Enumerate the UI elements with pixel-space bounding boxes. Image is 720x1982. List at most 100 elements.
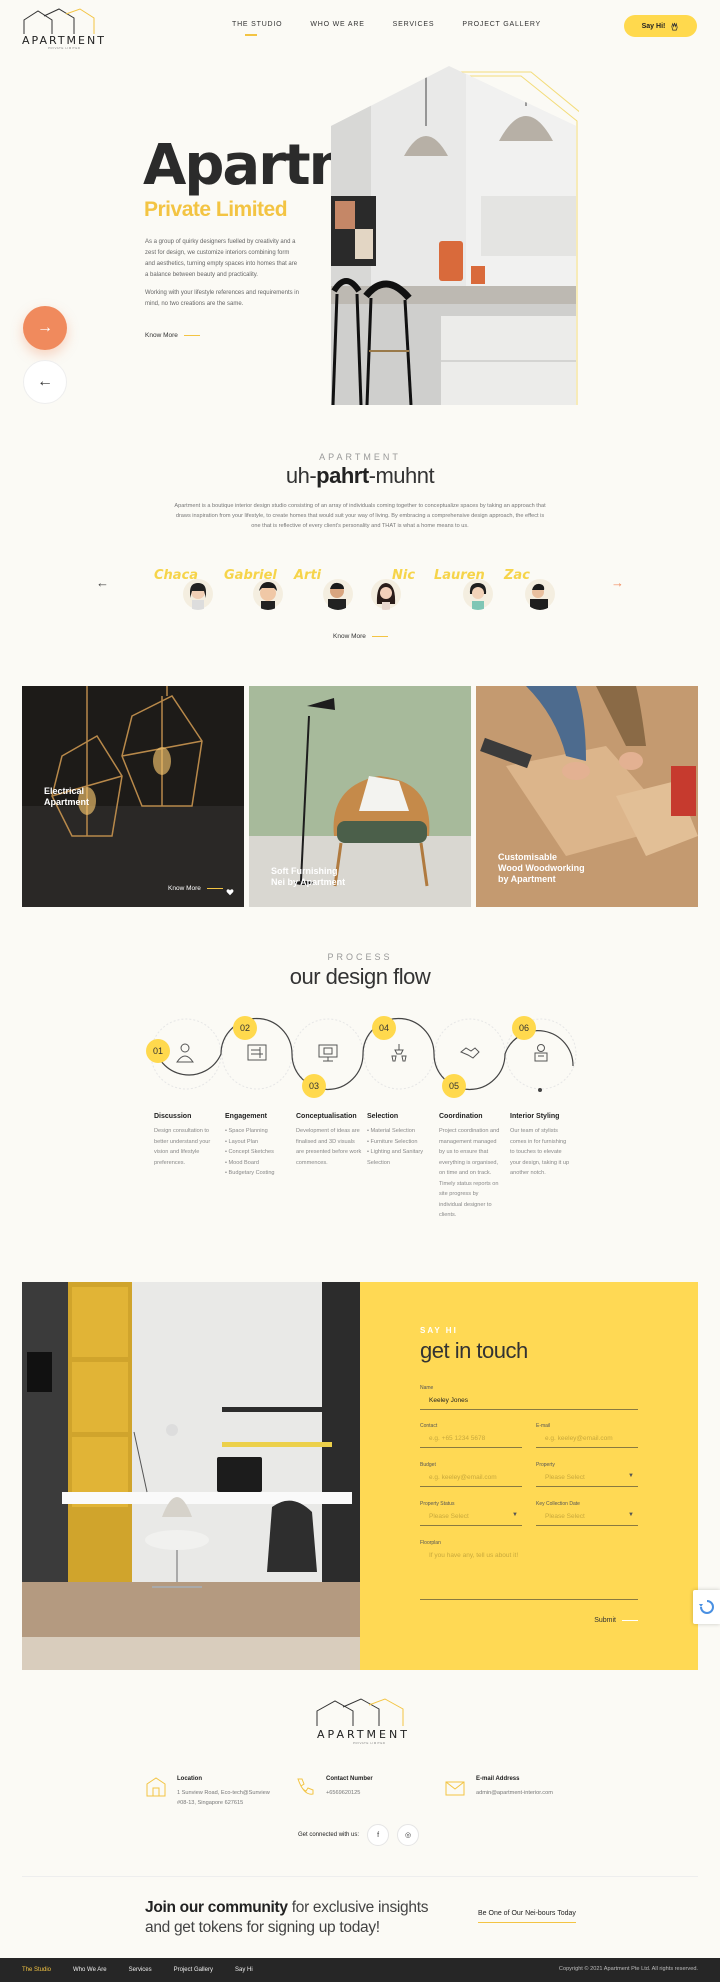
process-step-interior-styling: Interior Styling Our team of stylists co… — [510, 1113, 570, 1179]
heart-icon[interactable] — [226, 888, 234, 896]
step-list-item: Layout Plan — [225, 1137, 293, 1148]
process-label: PROCESS — [327, 952, 393, 962]
contact-title: get in touch — [420, 1338, 528, 1363]
property-status-label: Property Status — [420, 1501, 455, 1507]
consultation-icon — [176, 1043, 194, 1063]
about-title: uh-pahrt-muhnt — [0, 463, 720, 489]
name-field[interactable]: Name Keeley Jones — [420, 1385, 638, 1410]
step-list-item: Concept Sketches — [225, 1147, 293, 1158]
say-hi-label: Say Hi! — [641, 22, 666, 30]
footer-contact: Contact Number +6569620125 — [294, 1776, 373, 1798]
join-line-2: and get tokens for signing up today! — [145, 1919, 380, 1936]
card-soft-furnishing[interactable]: Soft Furnishing Nei by Apartment — [249, 686, 471, 907]
property-status-select[interactable]: Property Status Please Select ▼ — [420, 1501, 522, 1526]
budget-placeholder[interactable]: e.g. keeley@email.com — [420, 1474, 522, 1486]
bottom-link-project-gallery[interactable]: Project Gallery — [174, 1967, 213, 1973]
chevron-down-icon: ▼ — [628, 1473, 634, 1479]
join-cta-link[interactable]: Be One of Our Nei-bours Today — [478, 1910, 576, 1923]
card-electrical-apartment[interactable]: Electrical Apartment Know More — [22, 686, 244, 907]
step-list-item: Space Planning — [225, 1126, 293, 1137]
team-member-arti[interactable]: Arti — [294, 566, 364, 616]
bottom-link-services[interactable]: Services — [129, 1967, 152, 1973]
email-placeholder[interactable]: e.g. keeley@email.com — [536, 1435, 638, 1447]
team-member-gabriel[interactable]: Gabriel — [224, 566, 294, 616]
step-text: Design consultation to better understand… — [154, 1128, 211, 1166]
footer-divider — [22, 1876, 698, 1877]
say-hi-button[interactable]: Say Hi! — [624, 15, 697, 37]
nav-the-studio[interactable]: THE STUDIO — [232, 21, 282, 36]
footer-email: E-mail Address admin@apartment-interior.… — [444, 1776, 553, 1798]
lighting-icon — [391, 1044, 407, 1062]
avatar — [371, 579, 401, 610]
floorplan-placeholder[interactable]: If you have any, tell us about it! — [420, 1552, 638, 1564]
name-input-value[interactable]: Keeley Jones — [420, 1397, 638, 1409]
instagram-icon[interactable]: ◎ — [397, 1824, 420, 1846]
logo-subtext: PRIVATE LIMITED — [48, 46, 81, 50]
team-member-name: Zac — [504, 568, 530, 583]
next-slide-button[interactable]: → — [23, 306, 67, 350]
bottom-link-who-we-are[interactable]: Who We Are — [73, 1967, 107, 1973]
email-value[interactable]: admin@apartment-interior.com — [476, 1788, 553, 1798]
team-member-lauren[interactable]: Lauren — [434, 566, 504, 616]
prev-slide-button[interactable]: ← — [23, 360, 67, 404]
location-line-1: 1 Sunview Road, Eco-tech@Sunview — [177, 1790, 270, 1796]
bottom-link-the-studio[interactable]: The Studio — [22, 1967, 51, 1973]
card-know-more-link[interactable]: Know More — [168, 885, 223, 892]
step-03-badge: 03 — [302, 1074, 326, 1098]
nav-services[interactable]: SERVICES — [393, 21, 435, 28]
bottom-link-say-hi[interactable]: Say Hi — [235, 1967, 253, 1973]
team-member-chaca[interactable]: Chaca — [154, 566, 224, 616]
say-hi-label: SAY HI — [420, 1326, 458, 1335]
team-carousel: Chaca Gabriel Arti Nic Lauren Zac — [96, 566, 624, 616]
step-06-badge: 06 — [512, 1016, 536, 1040]
key-collection-date-select[interactable]: Key Collection Date Please Select ▼ — [536, 1501, 638, 1526]
recaptcha-badge[interactable] — [693, 1590, 720, 1624]
facebook-icon[interactable]: f — [367, 1824, 390, 1846]
avatar — [463, 579, 493, 610]
contact-field[interactable]: Contact e.g. +65 1234 5678 — [420, 1423, 522, 1448]
nav-who-we-are[interactable]: WHO WE ARE — [310, 21, 364, 28]
join-rest: for exclusive insights — [287, 1899, 429, 1916]
footer-logo[interactable]: APARTMENT PRIVATE LIMITED — [315, 1698, 407, 1746]
bottom-bar: The Studio Who We Are Services Project G… — [0, 1958, 720, 1982]
copyright: Copyright © 2021 Apartment Pte Ltd. All … — [558, 1966, 698, 1972]
site-logo[interactable]: APARTMENT PRIVATE LIMITED — [22, 8, 104, 50]
design-flow-diagram: 01 02 03 04 05 06 — [140, 1004, 580, 1104]
floorplan-field[interactable]: Floorplan If you have any, tell us about… — [420, 1540, 638, 1600]
card-label: Electrical Apartment — [44, 786, 89, 808]
location-title: Location — [177, 1776, 202, 1782]
team-member-nic[interactable]: Nic — [364, 566, 434, 616]
property-status-placeholder[interactable]: Please Select — [420, 1513, 522, 1525]
hero-know-more-link[interactable]: Know More — [145, 332, 200, 339]
property-select[interactable]: Property Please Select ▼ — [536, 1462, 638, 1487]
hero-subtitle: Private Limited — [144, 198, 288, 221]
step-list-item: Mood Board — [225, 1158, 293, 1169]
team-member-name: Arti — [294, 568, 322, 583]
card-label: Soft Furnishing Nei by Apartment — [271, 866, 345, 888]
team-know-more-link[interactable]: Know More — [333, 633, 388, 640]
step-text: Development of ideas are finalised and 3… — [296, 1128, 362, 1166]
property-placeholder[interactable]: Please Select — [536, 1474, 638, 1486]
submit-button[interactable]: Submit — [594, 1617, 638, 1624]
contact-placeholder[interactable]: e.g. +65 1234 5678 — [420, 1435, 522, 1447]
about-text: Apartment is a boutique interior design … — [174, 503, 546, 529]
chevron-down-icon: ▼ — [512, 1512, 518, 1518]
step-04-badge: 04 — [372, 1016, 396, 1040]
email-field[interactable]: E-mail e.g. keeley@email.com — [536, 1423, 638, 1448]
card-label-line-2: Apartment — [44, 797, 90, 807]
card-customisable-wood[interactable]: Customisable Wood Woodworking by Apartme… — [476, 686, 698, 907]
blueprint-icon — [247, 1044, 267, 1061]
process-step-engagement: Engagement Space Planning Layout Plan Co… — [225, 1113, 293, 1179]
key-collection-placeholder[interactable]: Please Select — [536, 1513, 638, 1525]
card-label-line-1: Electrical — [44, 786, 85, 796]
budget-field[interactable]: Budget e.g. keeley@email.com — [420, 1462, 522, 1487]
process-step-discussion: Discussion Design consultation to better… — [154, 1113, 222, 1168]
submit-label: Submit — [594, 1617, 616, 1624]
monitor-icon — [318, 1044, 338, 1062]
team-member-zac[interactable]: Zac — [504, 566, 574, 616]
nav-project-gallery[interactable]: PROJECT GALLERY — [462, 21, 541, 28]
contact-number-value[interactable]: +6569620125 — [326, 1788, 373, 1798]
contact-label: Contact — [420, 1423, 438, 1429]
step-list-item: Budgetary Costing — [225, 1168, 293, 1179]
know-more-label: Know More — [168, 885, 201, 892]
